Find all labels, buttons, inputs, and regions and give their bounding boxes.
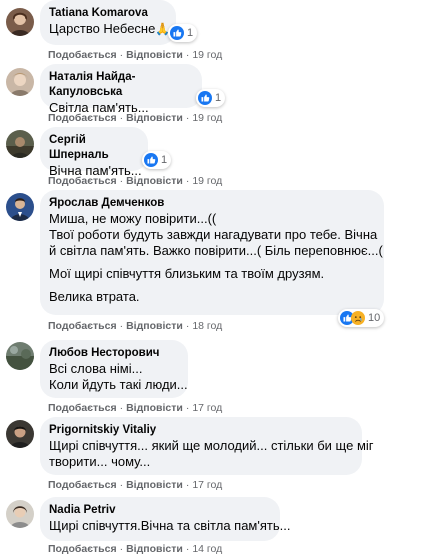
reaction-summary[interactable]: 1 bbox=[168, 24, 198, 42]
comment-bubble: Nadia Petriv Щирі співчуття.Вічна та сві… bbox=[40, 497, 291, 541]
reaction-count: 1 bbox=[215, 92, 222, 104]
avatar[interactable] bbox=[6, 193, 34, 221]
comment-author[interactable]: Сергій Шперналь bbox=[49, 133, 138, 163]
comment-bubble: Prigornitskiy Vitaliy Щирі співчуття... … bbox=[40, 417, 374, 475]
comment-text: й світла пам'ять. Важко повірити...( Біл… bbox=[49, 243, 383, 258]
comment-actions: Подобається · Відповісти · 18 год bbox=[48, 320, 223, 332]
comment-actions: Подобається · Відповісти · 19 год bbox=[48, 175, 223, 187]
sad-reaction-icon bbox=[351, 311, 365, 325]
avatar[interactable] bbox=[6, 8, 34, 36]
comment-actions: Подобається · Відповісти · 19 год bbox=[48, 49, 223, 61]
timestamp[interactable]: 14 год bbox=[192, 543, 222, 555]
timestamp[interactable]: 17 год bbox=[192, 402, 222, 414]
comment-author[interactable]: Prigornitskiy Vitaliy bbox=[49, 423, 352, 438]
comment-bubble: Ярослав Демченков Миша, не можу повірити… bbox=[40, 190, 384, 315]
timestamp[interactable]: 19 год bbox=[192, 175, 222, 187]
comment-author[interactable]: Ярослав Демченков bbox=[49, 196, 374, 211]
reply-button[interactable]: Відповісти bbox=[126, 479, 183, 491]
comment-text: Миша, не можу повірити...(( bbox=[49, 211, 217, 226]
like-button[interactable]: Подобається bbox=[48, 479, 117, 491]
timestamp[interactable]: 19 год bbox=[192, 112, 222, 124]
avatar[interactable] bbox=[6, 68, 34, 96]
reply-button[interactable]: Відповісти bbox=[126, 402, 183, 414]
comment-actions: Подобається · Відповісти · 17 год bbox=[48, 402, 223, 414]
reaction-count: 1 bbox=[187, 27, 194, 39]
reaction-count: 10 bbox=[368, 312, 381, 324]
avatar[interactable] bbox=[6, 130, 34, 158]
comment-text: Царство Небесне🙏 bbox=[49, 21, 171, 36]
comment-bubble: Сергій Шперналь Вічна пам'ять... bbox=[40, 127, 148, 178]
comment-text: Коли йдуть такі люди... bbox=[49, 377, 188, 392]
reaction-summary[interactable]: 1 bbox=[142, 151, 172, 169]
comment-text: Щирі співчуття... який ще молодий... сті… bbox=[49, 438, 374, 453]
comment-text: творити... чому... bbox=[49, 454, 151, 469]
comment-actions: Подобається · Відповісти · 19 год bbox=[48, 112, 223, 124]
timestamp[interactable]: 19 год bbox=[192, 49, 222, 61]
avatar[interactable] bbox=[6, 342, 34, 370]
avatar[interactable] bbox=[6, 420, 34, 448]
reaction-count: 1 bbox=[161, 154, 168, 166]
comment-bubble: Любов Несторович Всі слова німі... Коли … bbox=[40, 340, 188, 398]
like-reaction-icon bbox=[144, 153, 158, 167]
comment-bubble: Наталія Найда-Капуловська Світла пам'ять… bbox=[40, 64, 202, 115]
reaction-summary[interactable]: 10 bbox=[338, 309, 385, 327]
comment-text: Мої щирі співчуття близьким та твоїм дру… bbox=[49, 266, 325, 281]
comment-author[interactable]: Наталія Найда-Капуловська bbox=[49, 70, 192, 100]
reply-button[interactable]: Відповісти bbox=[126, 543, 183, 555]
like-button[interactable]: Подобається bbox=[48, 49, 117, 61]
timestamp[interactable]: 17 год bbox=[192, 479, 222, 491]
comment-author[interactable]: Tatiana Komarova bbox=[49, 6, 166, 21]
comment-bubble: Tatiana Komarova Царство Небесне🙏 bbox=[40, 0, 176, 45]
reply-button[interactable]: Відповісти bbox=[126, 112, 183, 124]
comment-text: Щирі співчуття.Вічна та світла пам'ять..… bbox=[49, 518, 291, 533]
comment-author[interactable]: Любов Несторович bbox=[49, 346, 178, 361]
comment-actions: Подобається · Відповісти · 14 год bbox=[48, 543, 223, 555]
reply-button[interactable]: Відповісти bbox=[126, 49, 183, 61]
comment-author[interactable]: Nadia Petriv bbox=[49, 503, 270, 518]
comment-text: Всі слова німі... bbox=[49, 361, 143, 376]
like-button[interactable]: Подобається bbox=[48, 402, 117, 414]
like-button[interactable]: Подобається bbox=[48, 112, 117, 124]
like-reaction-icon bbox=[198, 91, 212, 105]
like-reaction-icon bbox=[170, 26, 184, 40]
comment-actions: Подобається · Відповісти · 17 год bbox=[48, 479, 223, 491]
reply-button[interactable]: Відповісти bbox=[126, 175, 183, 187]
comment-text: Твої роботи будуть завжди нагадувати про… bbox=[49, 227, 378, 242]
reply-button[interactable]: Відповісти bbox=[126, 320, 183, 332]
timestamp[interactable]: 18 год bbox=[192, 320, 222, 332]
reaction-summary[interactable]: 1 bbox=[196, 89, 226, 107]
avatar[interactable] bbox=[6, 500, 34, 528]
like-button[interactable]: Подобається bbox=[48, 175, 117, 187]
like-button[interactable]: Подобається bbox=[48, 320, 117, 332]
comment-text: Велика втрата. bbox=[49, 289, 140, 304]
like-button[interactable]: Подобається bbox=[48, 543, 117, 555]
